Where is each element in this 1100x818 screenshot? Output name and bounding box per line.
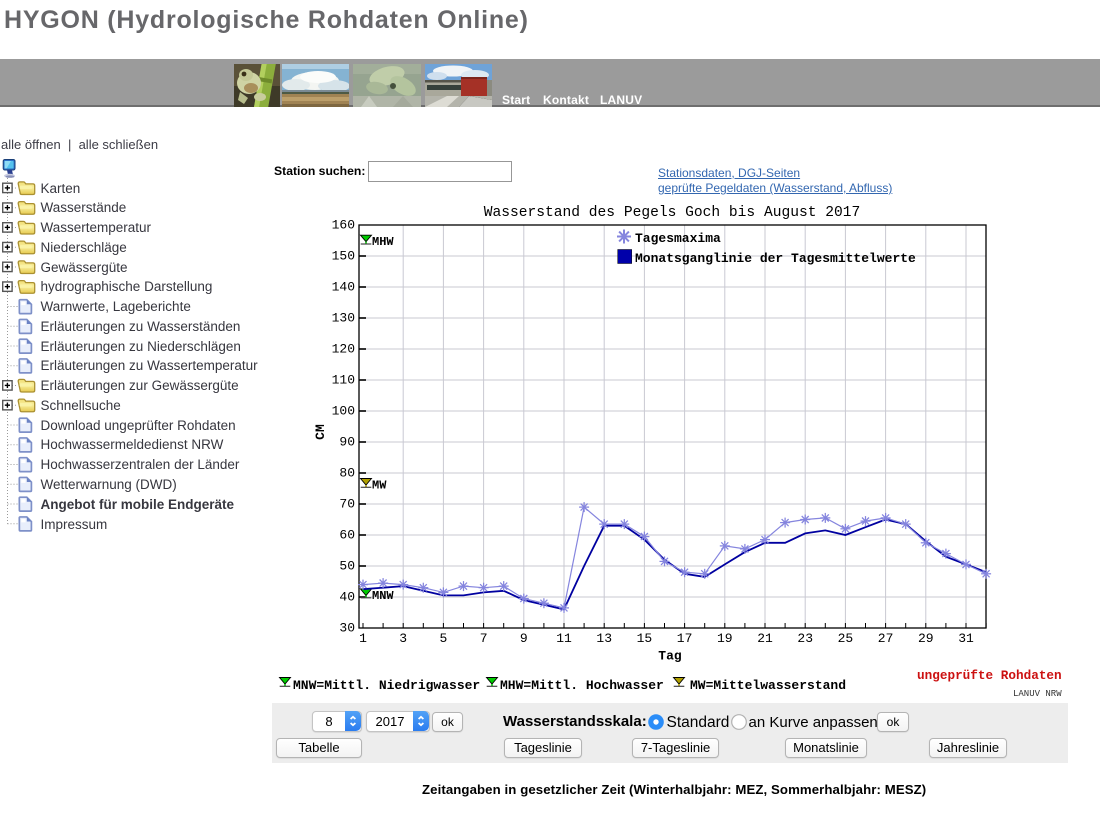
svg-text:Tagesmaxima: Tagesmaxima: [635, 231, 721, 246]
svg-text:Monatsganglinie der Tagesmitte: Monatsganglinie der Tagesmittelwerte: [635, 251, 916, 266]
svg-text:31: 31: [958, 631, 974, 646]
svg-text:MW=Mittelwasserstand: MW=Mittelwasserstand: [690, 678, 846, 693]
svg-text:60: 60: [339, 528, 355, 543]
svg-text:110: 110: [332, 373, 355, 388]
svg-text:130: 130: [332, 311, 355, 326]
svg-text:MNW: MNW: [372, 589, 394, 603]
svg-text:150: 150: [332, 249, 355, 264]
svg-text:80: 80: [339, 466, 355, 481]
svg-text:25: 25: [838, 631, 854, 646]
svg-text:50: 50: [339, 559, 355, 574]
svg-text:15: 15: [637, 631, 653, 646]
svg-text:1: 1: [359, 631, 367, 646]
svg-text:MHW=Mittl. Hochwasser: MHW=Mittl. Hochwasser: [500, 678, 664, 693]
svg-text:Tag: Tag: [658, 649, 682, 664]
svg-text:MW: MW: [372, 479, 387, 493]
svg-text:23: 23: [797, 631, 813, 646]
svg-text:160: 160: [332, 218, 355, 233]
svg-text:3: 3: [399, 631, 407, 646]
svg-text:5: 5: [439, 631, 447, 646]
svg-text:100: 100: [332, 404, 355, 419]
svg-text:11: 11: [556, 631, 572, 646]
svg-text:MHW: MHW: [372, 235, 394, 249]
svg-text:13: 13: [596, 631, 612, 646]
svg-text:120: 120: [332, 342, 355, 357]
svg-text:Wasserstand des Pegels Goch bi: Wasserstand des Pegels Goch bis August 2…: [484, 205, 861, 221]
svg-text:21: 21: [757, 631, 773, 646]
svg-text:17: 17: [677, 631, 693, 646]
svg-text:90: 90: [339, 435, 355, 450]
svg-text:30: 30: [339, 621, 355, 636]
svg-text:7: 7: [480, 631, 488, 646]
svg-text:MNW=Mittl. Niedrigwasser: MNW=Mittl. Niedrigwasser: [293, 678, 480, 693]
svg-text:29: 29: [918, 631, 934, 646]
svg-text:9: 9: [520, 631, 528, 646]
svg-text:19: 19: [717, 631, 733, 646]
svg-text:27: 27: [878, 631, 894, 646]
svg-text:70: 70: [339, 497, 355, 512]
svg-text:140: 140: [332, 280, 355, 295]
svg-text:CM: CM: [313, 424, 328, 440]
svg-text:40: 40: [339, 590, 355, 605]
